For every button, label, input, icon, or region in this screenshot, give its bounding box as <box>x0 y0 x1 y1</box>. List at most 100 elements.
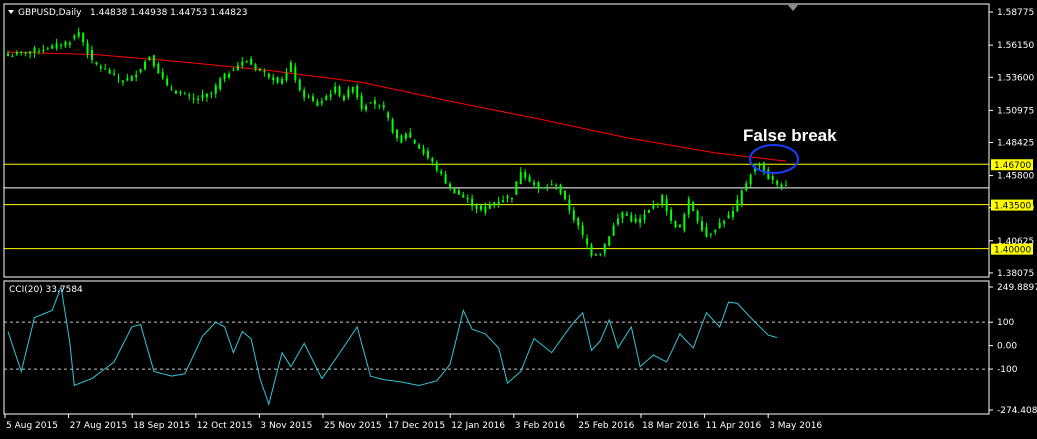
candle[interactable] <box>749 173 752 188</box>
candle[interactable] <box>404 132 407 142</box>
candle[interactable] <box>519 167 522 185</box>
candle[interactable] <box>294 62 297 83</box>
chart-header[interactable]: GBPUSD,Daily 1.44838 1.44938 1.44753 1.4… <box>8 8 247 18</box>
candle[interactable] <box>701 216 704 233</box>
candle[interactable] <box>241 57 244 69</box>
candle[interactable] <box>630 211 633 223</box>
chevron-down-icon[interactable] <box>8 10 14 14</box>
candle[interactable] <box>77 27 80 39</box>
candle[interactable] <box>391 117 394 134</box>
candle[interactable] <box>325 94 328 101</box>
candle[interactable] <box>387 110 390 122</box>
candle[interactable] <box>289 60 292 73</box>
candle[interactable] <box>705 222 708 238</box>
candle[interactable] <box>64 40 67 48</box>
candle[interactable] <box>29 51 32 59</box>
candle[interactable] <box>723 219 726 228</box>
candle[interactable] <box>426 147 429 160</box>
candle[interactable] <box>515 181 518 196</box>
candle[interactable] <box>418 143 421 150</box>
candle[interactable] <box>205 93 208 103</box>
candle[interactable] <box>144 59 147 71</box>
candle[interactable] <box>678 224 681 228</box>
candle[interactable] <box>599 253 602 257</box>
candle[interactable] <box>555 183 558 191</box>
candle[interactable] <box>462 192 465 198</box>
chart-canvas[interactable]: 1.58775 1.56150 1.53600 1.50975 1.48425 1.458… <box>0 0 1037 439</box>
candle[interactable] <box>360 92 363 112</box>
candle[interactable] <box>90 45 93 64</box>
candle[interactable] <box>82 31 85 47</box>
candle[interactable] <box>139 68 142 74</box>
candle[interactable] <box>449 181 452 191</box>
candle[interactable] <box>33 45 36 58</box>
candle[interactable] <box>780 182 783 191</box>
candle[interactable] <box>776 179 779 188</box>
candle[interactable] <box>572 206 575 223</box>
candle[interactable] <box>223 72 226 83</box>
candle[interactable] <box>577 216 580 230</box>
candle[interactable] <box>347 86 350 100</box>
candle[interactable] <box>762 161 765 176</box>
candle[interactable] <box>68 40 71 49</box>
candle[interactable] <box>214 83 217 99</box>
candle[interactable] <box>170 85 173 91</box>
candle[interactable] <box>466 194 469 204</box>
candle[interactable] <box>179 89 182 96</box>
candle[interactable] <box>130 75 133 82</box>
candle[interactable] <box>236 61 239 72</box>
candle[interactable] <box>157 61 160 74</box>
candle[interactable] <box>656 202 659 209</box>
candle[interactable] <box>51 43 54 50</box>
candle[interactable] <box>365 103 368 113</box>
candle[interactable] <box>15 49 18 56</box>
candle[interactable] <box>254 63 257 72</box>
candle[interactable] <box>674 220 677 229</box>
candle[interactable] <box>590 242 593 258</box>
candle[interactable] <box>718 218 721 229</box>
candle[interactable] <box>652 200 655 210</box>
candle[interactable] <box>126 73 129 82</box>
candle[interactable] <box>634 214 637 224</box>
candle[interactable] <box>210 91 213 99</box>
candle[interactable] <box>400 134 403 144</box>
candle[interactable] <box>603 243 606 257</box>
candle[interactable] <box>99 64 102 72</box>
candle[interactable] <box>396 129 398 142</box>
candle[interactable] <box>219 76 222 92</box>
candle[interactable] <box>409 127 412 139</box>
candle[interactable] <box>166 75 169 87</box>
candle[interactable] <box>594 253 597 257</box>
candle[interactable] <box>435 160 438 173</box>
candle[interactable] <box>510 197 513 203</box>
candle[interactable] <box>643 209 646 224</box>
candle[interactable] <box>687 196 690 219</box>
candle[interactable] <box>502 195 505 203</box>
candle[interactable] <box>152 54 155 69</box>
candle[interactable] <box>60 42 63 50</box>
candle[interactable] <box>727 211 730 219</box>
candle[interactable] <box>192 93 195 104</box>
candle[interactable] <box>20 51 23 56</box>
candle[interactable] <box>541 187 544 190</box>
candle[interactable] <box>413 139 416 145</box>
candle[interactable] <box>174 89 177 94</box>
candle[interactable] <box>692 201 695 212</box>
candle[interactable] <box>665 194 668 216</box>
candle[interactable] <box>46 46 49 50</box>
candle[interactable] <box>471 194 474 211</box>
candle[interactable] <box>670 207 673 225</box>
candle[interactable] <box>621 211 624 223</box>
candle[interactable] <box>647 209 650 214</box>
candle[interactable] <box>709 233 712 238</box>
candle[interactable] <box>161 68 164 80</box>
candle[interactable] <box>696 209 699 225</box>
candle[interactable] <box>533 179 536 189</box>
candle[interactable] <box>524 169 527 181</box>
candle[interactable] <box>457 188 460 195</box>
candle[interactable] <box>612 222 615 237</box>
candle[interactable] <box>382 101 385 111</box>
candle[interactable] <box>745 180 748 192</box>
candle[interactable] <box>232 67 235 72</box>
candle[interactable] <box>683 212 686 233</box>
